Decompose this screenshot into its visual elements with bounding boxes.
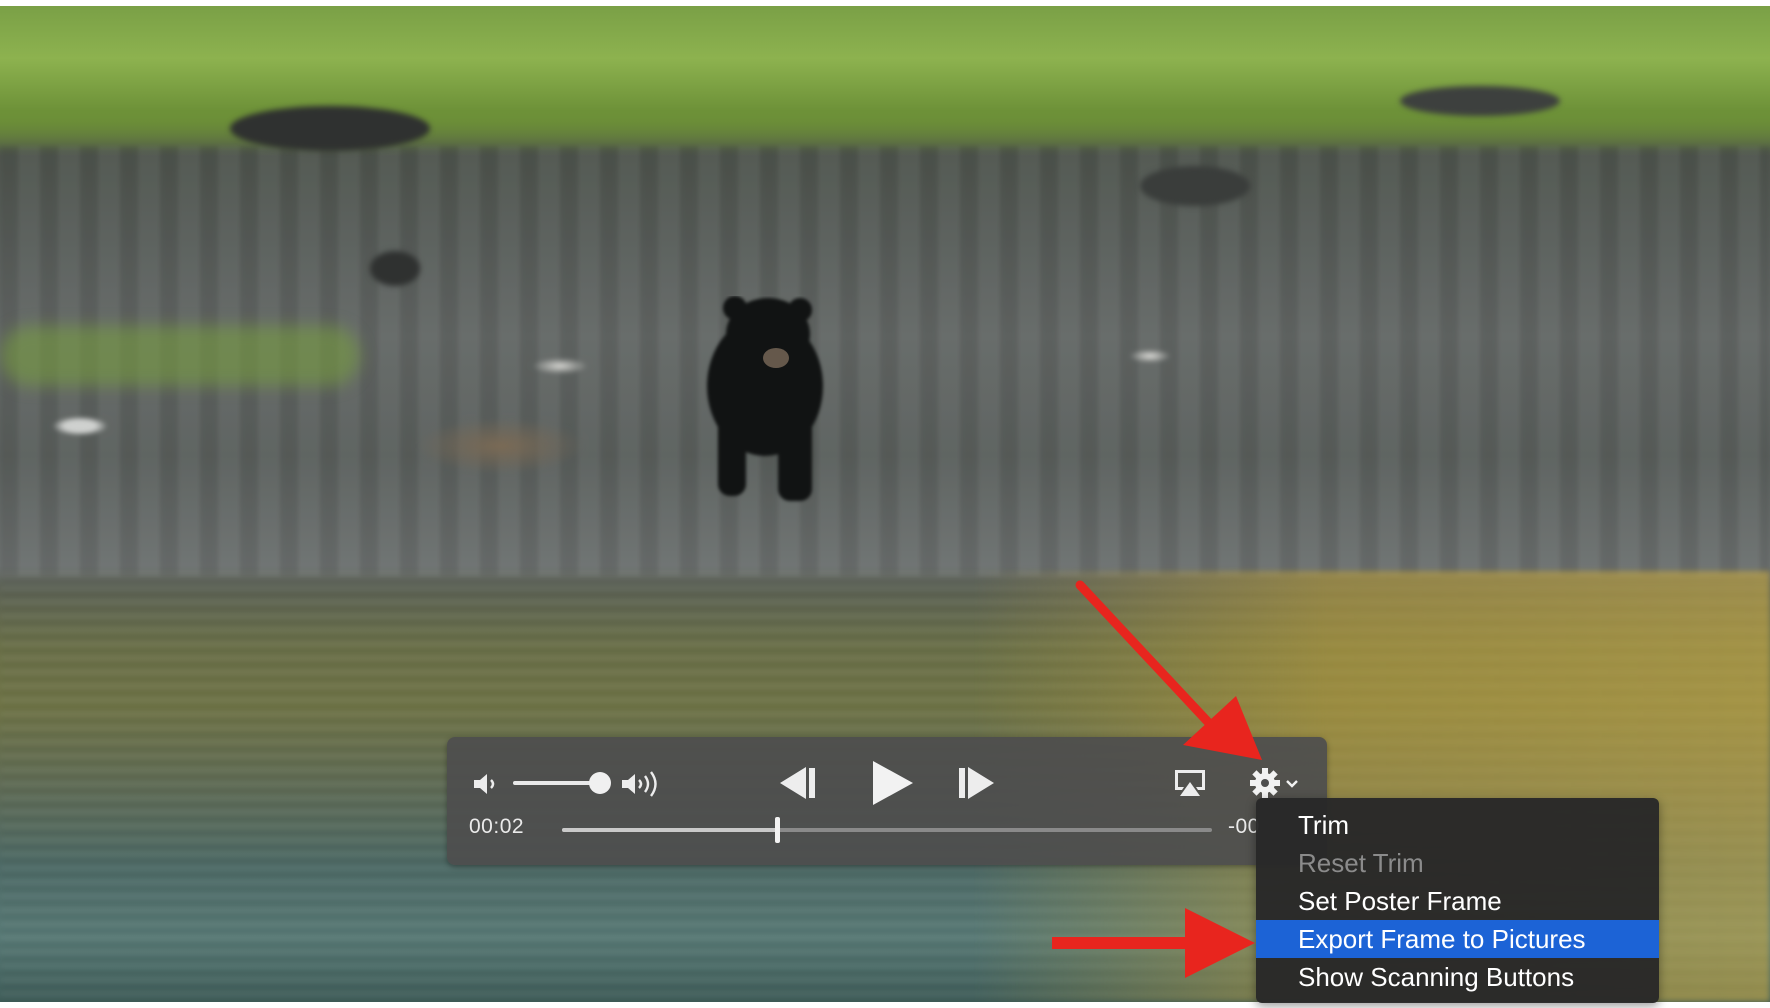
speaker-high-icon[interactable] — [619, 767, 665, 801]
playback-controls: 00:02 -00 — [447, 737, 1327, 865]
skip-forward-icon[interactable] — [955, 763, 999, 803]
chevron-down-icon — [1286, 780, 1298, 788]
dark-rock — [230, 106, 430, 151]
menu-item-show-scanning-buttons[interactable]: Show Scanning Buttons — [1256, 958, 1659, 996]
menu-item-reset-trim: Reset Trim — [1298, 848, 1424, 878]
timeline-scrubber[interactable] — [562, 828, 1212, 832]
speaker-low-icon[interactable] — [469, 770, 501, 798]
skip-back-icon[interactable] — [775, 763, 819, 803]
play-icon — [873, 761, 913, 805]
menu-item-set-poster-frame[interactable]: Set Poster Frame — [1256, 882, 1659, 920]
screenshot: 00:02 -00 Trim Reset Trim Set Poster Fra… — [0, 0, 1770, 1008]
menu-item-trim[interactable]: Trim — [1256, 806, 1659, 844]
play-button[interactable] — [865, 757, 919, 809]
timeline-playhead[interactable] — [774, 817, 780, 843]
volume-slider-knob[interactable] — [589, 772, 611, 794]
timeline-played — [562, 828, 777, 832]
settings-dropdown-menu: Trim Reset Trim Set Poster Frame Export … — [1256, 798, 1659, 1003]
airplay-icon[interactable] — [1170, 765, 1210, 801]
bear-figure — [707, 296, 823, 501]
gear-icon — [1250, 768, 1280, 798]
menu-item-export-frame-to-pictures[interactable]: Export Frame to Pictures — [1256, 920, 1659, 958]
elapsed-time: 00:02 — [469, 815, 525, 838]
dark-rock — [1140, 166, 1250, 206]
settings-menu-button[interactable] — [1247, 763, 1307, 803]
volume-slider[interactable] — [513, 781, 593, 785]
dark-rock — [370, 251, 420, 286]
grass-patch — [0, 326, 360, 386]
dark-rock — [1400, 86, 1560, 116]
